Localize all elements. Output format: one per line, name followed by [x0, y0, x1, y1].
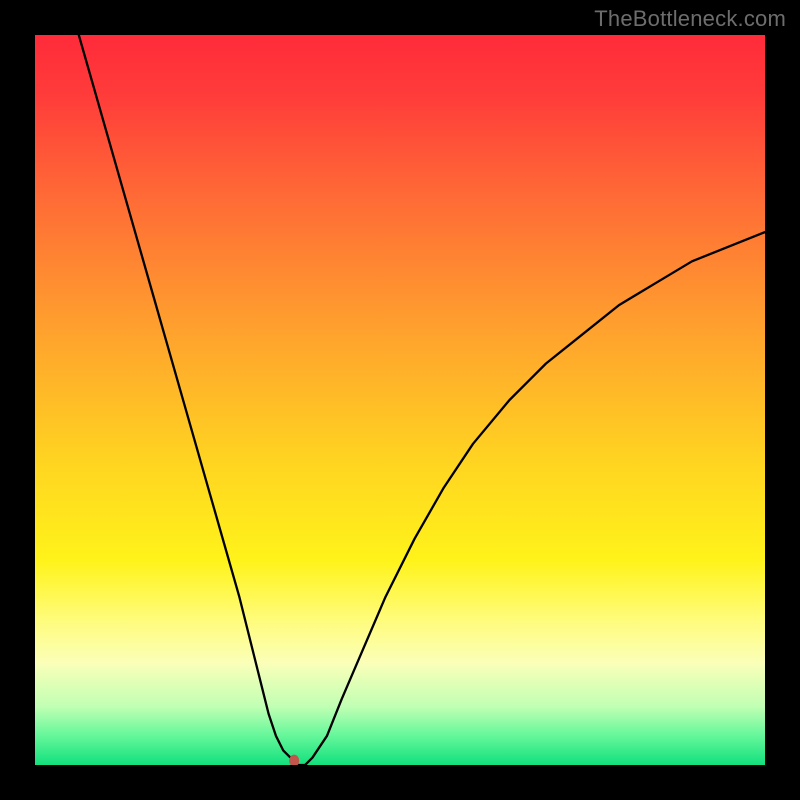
gradient-background — [35, 35, 765, 765]
plot-area — [35, 35, 765, 765]
chart-frame: TheBottleneck.com — [0, 0, 800, 800]
watermark-label: TheBottleneck.com — [594, 6, 786, 32]
chart-svg — [35, 35, 765, 765]
